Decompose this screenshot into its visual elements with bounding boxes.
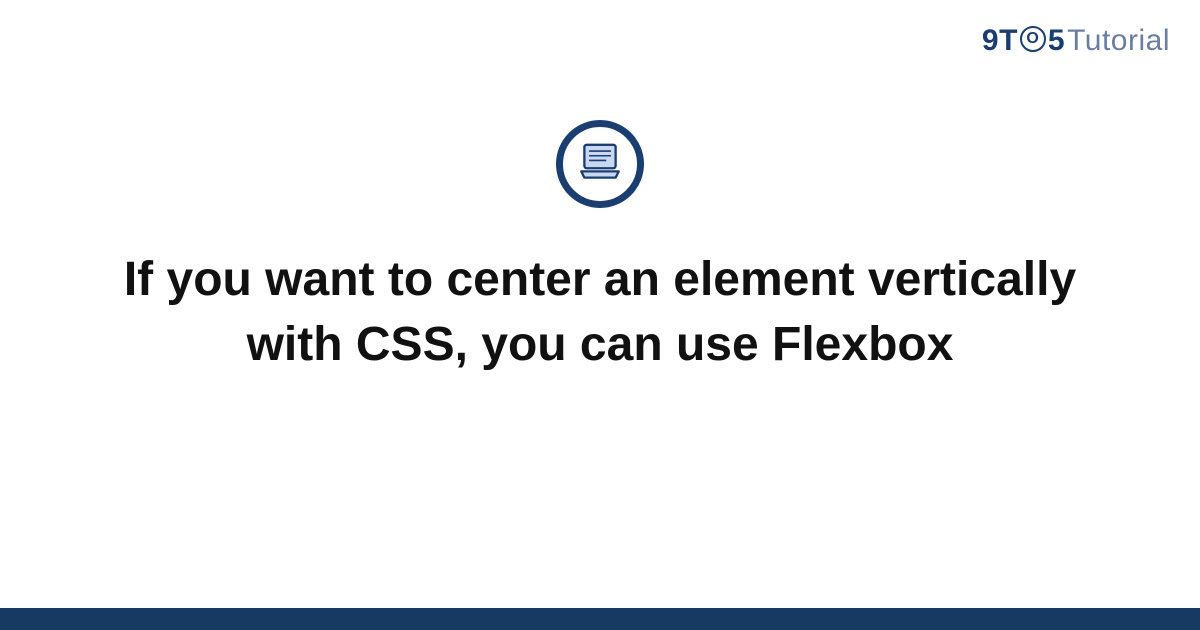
site-logo: 9 T O 5 Tutorial <box>982 24 1170 58</box>
laptop-icon <box>575 137 625 192</box>
logo-part-9: 9 <box>982 24 999 58</box>
logo-part-t: T <box>999 24 1018 58</box>
hero-content: If you want to center an element vertica… <box>0 120 1200 378</box>
logo-circle-o: O <box>1020 26 1046 52</box>
topic-badge <box>556 120 644 208</box>
article-title: If you want to center an element vertica… <box>120 248 1080 378</box>
logo-part-5: 5 <box>1048 24 1065 58</box>
footer-accent-bar <box>0 608 1200 630</box>
social-card: 9 T O 5 Tutorial If you want to center a… <box>0 0 1200 630</box>
logo-part-tutorial: Tutorial <box>1067 24 1170 58</box>
